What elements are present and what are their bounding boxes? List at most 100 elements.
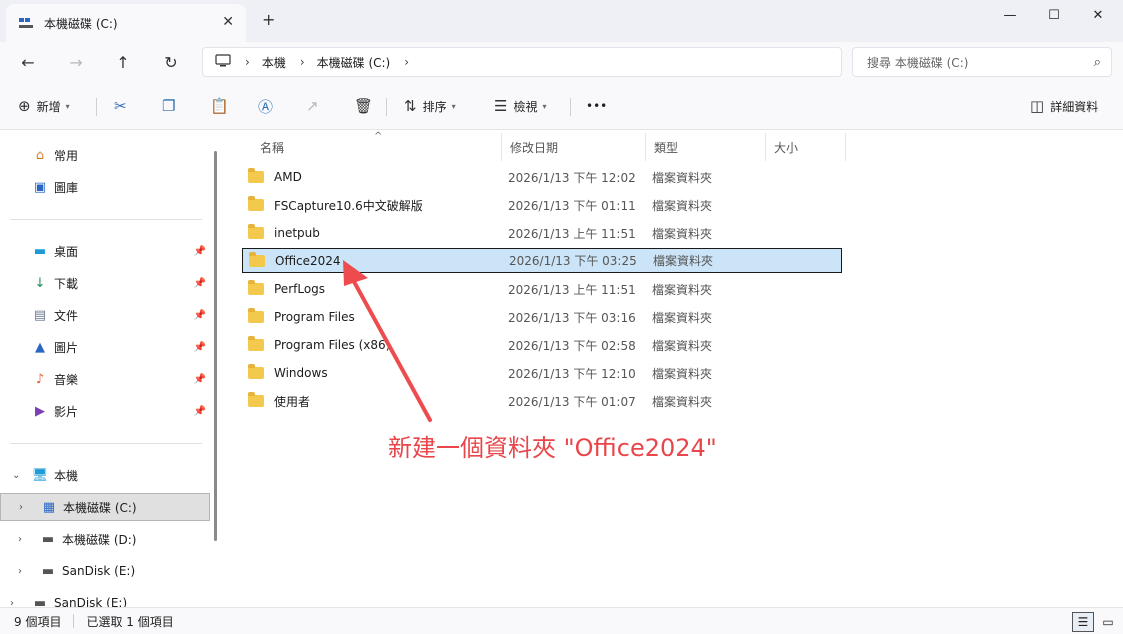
copy-button[interactable]: ❐ bbox=[162, 94, 175, 118]
chevron-down-icon: ▾ bbox=[542, 101, 547, 111]
share-button[interactable]: ↗ bbox=[306, 94, 325, 118]
tab-local-disk-c[interactable]: 本機磁碟 (C:) ✕ bbox=[6, 4, 246, 42]
file-type: 檔案資料夾 bbox=[652, 366, 713, 381]
chevron-right-icon[interactable]: › bbox=[18, 534, 22, 545]
sidebar-item-home[interactable]: ⌂ 常用 bbox=[0, 141, 210, 169]
navigation-bar: ← → ↑ ↻ › 本機 › 本機磁碟 (C:) › 搜尋 本機磁碟 (C:) … bbox=[0, 42, 1123, 82]
column-header-size[interactable]: 大小 bbox=[766, 133, 846, 161]
sidebar-item-label: 下載 bbox=[54, 276, 79, 291]
file-type: 檔案資料夾 bbox=[652, 226, 713, 241]
table-row[interactable]: PerfLogs 2026/1/13 上午 11:51 檔案資料夾 bbox=[242, 277, 842, 301]
paste-button[interactable]: 📋 bbox=[210, 94, 235, 118]
sidebar-item-downloads[interactable]: ↓ 下載 📌 bbox=[0, 269, 210, 297]
chevron-down-icon[interactable]: ⌄ bbox=[12, 470, 20, 481]
sidebar-item-sandisk-e[interactable]: › ▬ SanDisk (E:) bbox=[0, 557, 210, 585]
chevron-right-icon[interactable]: › bbox=[18, 566, 22, 577]
table-row[interactable]: 使用者 2026/1/13 下午 01:07 檔案資料夾 bbox=[242, 389, 842, 413]
sort-button[interactable]: ⇅ 排序 ▾ bbox=[404, 94, 456, 118]
column-header-name[interactable]: 名稱 bbox=[252, 133, 502, 161]
close-tab-icon[interactable]: ✕ bbox=[222, 14, 234, 30]
forward-button[interactable]: → bbox=[62, 50, 90, 74]
sidebar-item-label: 本機 bbox=[54, 468, 79, 483]
details-view-button[interactable]: ☰ bbox=[1072, 612, 1094, 632]
sidebar-item-pictures[interactable]: ▲ 圖片 📌 bbox=[0, 333, 210, 361]
desktop-icon: ▬ bbox=[33, 243, 47, 259]
sidebar-item-sandisk-e-2[interactable]: › ▬ SanDisk (E:) bbox=[0, 589, 210, 608]
sidebar-item-label: 本機磁碟 (C:) bbox=[63, 500, 137, 515]
table-row-selected[interactable]: Office2024 2026/1/13 下午 03:25 檔案資料夾 bbox=[242, 248, 842, 273]
home-icon: ⌂ bbox=[35, 147, 45, 163]
sidebar-item-label: 影片 bbox=[54, 404, 79, 419]
file-date: 2026/1/13 上午 11:51 bbox=[508, 282, 636, 297]
sidebar-item-label: 圖庫 bbox=[54, 180, 79, 195]
up-button[interactable]: ↑ bbox=[109, 50, 137, 74]
pin-icon[interactable]: 📌 bbox=[194, 406, 206, 417]
file-list: ^ 名稱 修改日期 類型 大小 AMD 2026/1/13 下午 12:02 檔… bbox=[232, 131, 1123, 607]
new-tab-button[interactable]: + bbox=[262, 10, 275, 29]
file-type: 檔案資料夾 bbox=[652, 394, 713, 409]
sidebar-item-label: SanDisk (E:) bbox=[54, 596, 128, 607]
folder-icon bbox=[248, 336, 264, 351]
sidebar-item-this-pc[interactable]: ⌄ 🖥 本機 bbox=[0, 461, 210, 489]
tiles-view-button[interactable]: ▭ bbox=[1097, 612, 1119, 632]
column-header-type[interactable]: 類型 bbox=[646, 133, 766, 161]
details-pane-button[interactable]: ◫ 詳細資料 bbox=[1030, 94, 1098, 118]
sidebar-item-label: 圖片 bbox=[54, 340, 79, 355]
address-bar[interactable]: › 本機 › 本機磁碟 (C:) › bbox=[202, 47, 842, 77]
table-row[interactable]: Program Files (x86) 2026/1/13 下午 02:58 檔… bbox=[242, 333, 842, 357]
new-button[interactable]: ⊕ 新增 ▾ bbox=[18, 94, 70, 118]
folder-icon bbox=[248, 280, 264, 295]
annotation-text: 新建一個資料夾 "Office2024" bbox=[388, 434, 717, 462]
search-input[interactable]: 搜尋 本機磁碟 (C:) ⌕ bbox=[852, 47, 1112, 77]
column-header-date[interactable]: 修改日期 bbox=[502, 133, 646, 161]
folder-icon bbox=[248, 392, 264, 407]
minimize-button[interactable]: — bbox=[987, 4, 1033, 26]
more-options-button[interactable]: ••• bbox=[586, 94, 607, 118]
cut-button[interactable]: ✂ bbox=[114, 94, 127, 118]
breadcrumb-local-disk-c[interactable]: 本機磁碟 (C:) bbox=[317, 54, 391, 71]
file-date: 2026/1/13 上午 11:51 bbox=[508, 226, 636, 241]
drive-icon bbox=[18, 16, 34, 30]
sort-icon: ⇅ bbox=[404, 97, 417, 115]
maximize-button[interactable]: ☐ bbox=[1031, 4, 1077, 26]
table-row[interactable]: inetpub 2026/1/13 上午 11:51 檔案資料夾 bbox=[242, 221, 842, 245]
pin-icon[interactable]: 📌 bbox=[194, 246, 206, 257]
file-date: 2026/1/13 下午 01:11 bbox=[508, 198, 636, 213]
sidebar-item-documents[interactable]: ▤ 文件 📌 bbox=[0, 301, 210, 329]
sidebar-item-desktop[interactable]: ▬ 桌面 📌 bbox=[0, 237, 210, 265]
table-row[interactable]: AMD 2026/1/13 下午 12:02 檔案資料夾 bbox=[242, 165, 842, 189]
close-window-button[interactable]: ✕ bbox=[1075, 4, 1121, 26]
search-icon: ⌕ bbox=[1093, 55, 1101, 70]
table-row[interactable]: Windows 2026/1/13 下午 12:10 檔案資料夾 bbox=[242, 361, 842, 385]
sidebar-scrollbar[interactable] bbox=[214, 151, 217, 541]
view-button[interactable]: ☰ 檢視 ▾ bbox=[494, 94, 546, 118]
sidebar-item-music[interactable]: ♪ 音樂 📌 bbox=[0, 365, 210, 393]
table-row[interactable]: Program Files 2026/1/13 下午 03:16 檔案資料夾 bbox=[242, 305, 842, 329]
chevron-right-icon[interactable]: › bbox=[19, 502, 23, 513]
toolbar-divider bbox=[96, 98, 97, 116]
refresh-button[interactable]: ↻ bbox=[157, 50, 185, 74]
table-row[interactable]: FSCapture10.6中文破解版 2026/1/13 下午 01:11 檔案… bbox=[242, 193, 842, 217]
pin-icon[interactable]: 📌 bbox=[194, 278, 206, 289]
pin-icon[interactable]: 📌 bbox=[194, 310, 206, 321]
breadcrumb-this-pc[interactable]: 本機 bbox=[262, 54, 286, 71]
chevron-right-icon[interactable]: › bbox=[10, 598, 14, 608]
pc-icon: 🖥 bbox=[31, 467, 49, 483]
gallery-icon: ▣ bbox=[33, 179, 47, 195]
delete-button[interactable]: 🗑 bbox=[354, 94, 379, 118]
back-button[interactable]: ← bbox=[14, 50, 42, 74]
folder-icon bbox=[249, 251, 265, 267]
details-pane-label: 詳細資料 bbox=[1050, 99, 1099, 114]
drive-icon: ▬ bbox=[41, 563, 55, 579]
pin-icon[interactable]: 📌 bbox=[194, 342, 206, 353]
sidebar-item-local-disk-c[interactable]: › ▦ 本機磁碟 (C:) bbox=[0, 493, 210, 521]
chevron-right-icon[interactable]: › bbox=[404, 55, 409, 69]
sidebar-item-label: 音樂 bbox=[54, 372, 79, 387]
sidebar-item-local-disk-d[interactable]: › ▬ 本機磁碟 (D:) bbox=[0, 525, 210, 553]
file-date: 2026/1/13 下午 03:25 bbox=[509, 254, 637, 268]
pin-icon[interactable]: 📌 bbox=[194, 374, 206, 385]
sidebar-item-gallery[interactable]: ▣ 圖庫 bbox=[0, 173, 210, 201]
sidebar-item-videos[interactable]: ▶ 影片 📌 bbox=[0, 397, 210, 425]
rename-button[interactable]: Ⓐ bbox=[258, 94, 273, 118]
rename-icon: Ⓐ bbox=[258, 97, 274, 116]
